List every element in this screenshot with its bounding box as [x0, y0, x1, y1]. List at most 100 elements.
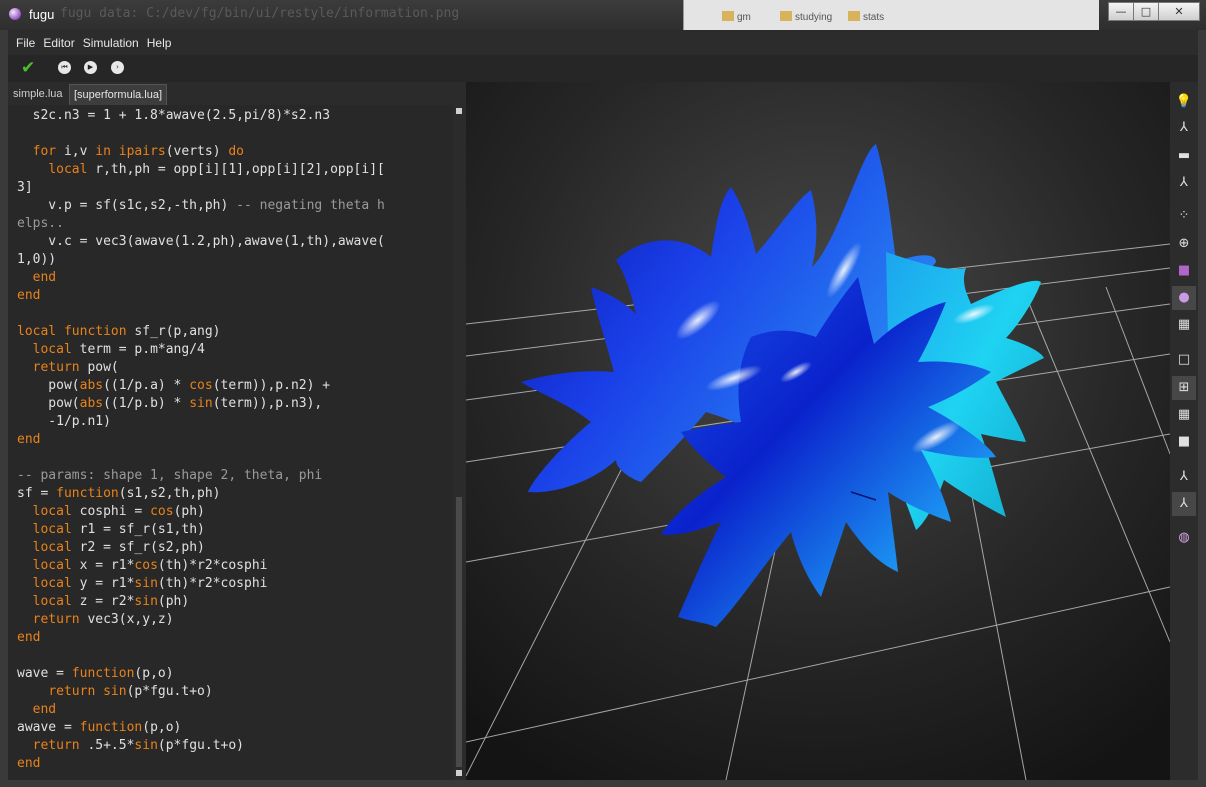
- code-token: (verts): [165, 144, 229, 159]
- background-browser-window: gm studying stats: [683, 0, 1099, 30]
- code-keyword: return: [32, 738, 80, 753]
- editor-scrollbar[interactable]: [454, 105, 464, 780]
- white-bg-icon[interactable]: ■: [1172, 430, 1196, 454]
- tab-superformula-lua[interactable]: [superformula.lua]: [69, 84, 168, 105]
- grid-4-icon[interactable]: ⊞: [1172, 376, 1196, 400]
- code-keyword: end: [17, 756, 41, 771]
- code-line[interactable]: local cosphi = cos(ph): [17, 504, 205, 519]
- code-line[interactable]: local x = r1*cos(th)*r2*cosphi: [17, 558, 268, 573]
- grid-fine-icon[interactable]: ▦: [1172, 403, 1196, 427]
- checker-icon[interactable]: ▦: [1172, 313, 1196, 337]
- code-token: cosphi =: [71, 504, 151, 519]
- restart-icon[interactable]: ⏮: [58, 61, 71, 74]
- 3d-viewport[interactable]: [466, 82, 1170, 780]
- code-token: -1/p.n1): [17, 414, 111, 429]
- code-line[interactable]: -1/p.n1): [17, 414, 111, 429]
- code-line[interactable]: pow(abs((1/p.a) * cos(term)),p.n2) +: [17, 378, 330, 393]
- fugu-app-icon: [9, 8, 21, 20]
- sphere-globe-icon[interactable]: ◍: [1172, 526, 1196, 550]
- code-line[interactable]: end: [17, 432, 40, 447]
- wire-sphere-icon[interactable]: ⊕: [1172, 232, 1196, 256]
- code-keyword: return: [48, 684, 96, 699]
- code-line[interactable]: pow(abs((1/p.b) * sin(term)),p.n3),: [17, 396, 322, 411]
- code-line[interactable]: sf = function(s1,s2,th,ph): [17, 486, 221, 501]
- code-line[interactable]: end: [17, 756, 40, 771]
- code-line[interactable]: local function sf_r(p,ang): [17, 324, 221, 339]
- code-line[interactable]: end: [17, 288, 40, 303]
- code-line[interactable]: v.c = vec3(awave(1.2,ph),awave(1,th),awa…: [17, 234, 385, 249]
- axes-xyz-icon[interactable]: ⅄: [1172, 171, 1196, 195]
- scroll-up-arrow[interactable]: [456, 108, 462, 114]
- code-keyword: local: [32, 522, 72, 537]
- code-editor[interactable]: s2c.n3 = 1 + 1.8*awave(2.5,pi/8)*s2.n3 f…: [8, 105, 453, 780]
- code-line[interactable]: s2c.n3 = 1 + 1.8*awave(2.5,pi/8)*s2.n3: [17, 108, 330, 123]
- normals-icon[interactable]: ⅄: [1172, 465, 1196, 489]
- menu-simulation[interactable]: Simulation: [79, 31, 143, 55]
- flat-shading-icon[interactable]: ■: [1172, 259, 1196, 283]
- code-line[interactable]: 1,0)): [17, 252, 56, 267]
- code-line[interactable]: awave = function(p,o): [17, 720, 181, 735]
- code-line[interactable]: -- params: shape 1, shape 2, theta, phi: [17, 468, 322, 483]
- step-icon[interactable]: ›: [111, 61, 124, 74]
- code-line[interactable]: end: [17, 630, 40, 645]
- menu-help[interactable]: Help: [143, 31, 176, 55]
- code-line[interactable]: end: [17, 270, 56, 285]
- code-token: pow(: [17, 378, 80, 393]
- code-line[interactable]: return pow(: [17, 360, 119, 375]
- tab-simple-lua[interactable]: simple.lua: [9, 84, 67, 104]
- smooth-shading-icon[interactable]: ●: [1172, 286, 1196, 310]
- code-line[interactable]: wave = function(p,o): [17, 666, 174, 681]
- code-token: s2c.n3 = 1 + 1.8*awave(2.5,pi/8)*s2.n3: [17, 108, 331, 123]
- normals-colored-icon[interactable]: ⅄: [1172, 492, 1196, 516]
- code-line[interactable]: v.p = sf(s1c,s2,-th,ph) -- negating thet…: [17, 198, 385, 213]
- code-token: (ph): [173, 504, 205, 519]
- code-line[interactable]: local y = r1*sin(th)*r2*cosphi: [17, 576, 268, 591]
- menu-editor[interactable]: Editor: [39, 31, 78, 55]
- code-token: v.p = sf(s1c,s2,-th,ph): [17, 198, 237, 213]
- title-bar[interactable]: fugu data: C:/dev/fg/bin/ui/restyle/info…: [0, 0, 1206, 30]
- menu-bar: File Editor Simulation Help: [8, 31, 1198, 56]
- menu-file[interactable]: File: [12, 31, 39, 55]
- code-text[interactable]: s2c.n3 = 1 + 1.8*awave(2.5,pi/8)*s2.n3 f…: [17, 107, 385, 773]
- code-line[interactable]: for i,v in ipairs(verts) do: [17, 144, 244, 159]
- maximize-button[interactable]: □: [1133, 2, 1159, 21]
- code-line[interactable]: local r,th,ph = opp[i][1],opp[i][2],opp[…: [17, 162, 385, 177]
- code-line[interactable]: local term = p.m*ang/4: [17, 342, 205, 357]
- close-button[interactable]: ✕: [1158, 2, 1200, 21]
- code-line[interactable]: return vec3(x,y,z): [17, 612, 174, 627]
- light-icon[interactable]: 💡: [1172, 90, 1196, 114]
- code-token: z = r2*: [71, 594, 135, 609]
- points-icon[interactable]: ⁘: [1172, 204, 1196, 228]
- code-line[interactable]: local z = r2*sin(ph): [17, 594, 190, 609]
- code-line[interactable]: local r2 = sf_r(s2,ph): [17, 540, 205, 555]
- code-token: awave =: [17, 720, 80, 735]
- scroll-thumb[interactable]: [456, 497, 462, 767]
- code-keyword: local: [32, 576, 72, 591]
- code-token: v.c = vec3(awave(1.2,ph),awave(1,th),awa…: [17, 234, 385, 249]
- code-keyword: return: [32, 360, 80, 375]
- code-keyword: end: [32, 270, 57, 285]
- code-line[interactable]: elps..: [17, 216, 64, 231]
- play-icon[interactable]: ▶: [84, 61, 97, 74]
- code-line[interactable]: return sin(p*fgu.t+o): [17, 684, 212, 699]
- minimize-button[interactable]: —: [1108, 2, 1134, 21]
- code-token: pow(: [79, 360, 119, 375]
- toolbar: ✔ ⏮ ▶ ›: [8, 55, 1198, 82]
- no-grid-icon[interactable]: □: [1172, 348, 1196, 372]
- code-line[interactable]: end: [17, 702, 56, 717]
- scroll-down-arrow[interactable]: [456, 770, 462, 776]
- code-line[interactable]: local r1 = sf_r(s1,th): [17, 522, 205, 537]
- floor-icon[interactable]: ▬: [1172, 144, 1196, 168]
- code-keyword: end: [17, 288, 41, 303]
- code-token: (p,o): [142, 720, 182, 735]
- axes-icon[interactable]: ⅄: [1172, 116, 1196, 140]
- code-keyword: local: [17, 324, 57, 339]
- code-line[interactable]: return .5+.5*sin(p*fgu.t+o): [17, 738, 244, 753]
- background-tab: gm: [718, 8, 755, 23]
- code-line[interactable]: 3]: [17, 180, 33, 195]
- code-token: 1,0)): [17, 252, 57, 267]
- check-icon[interactable]: ✔: [21, 59, 35, 77]
